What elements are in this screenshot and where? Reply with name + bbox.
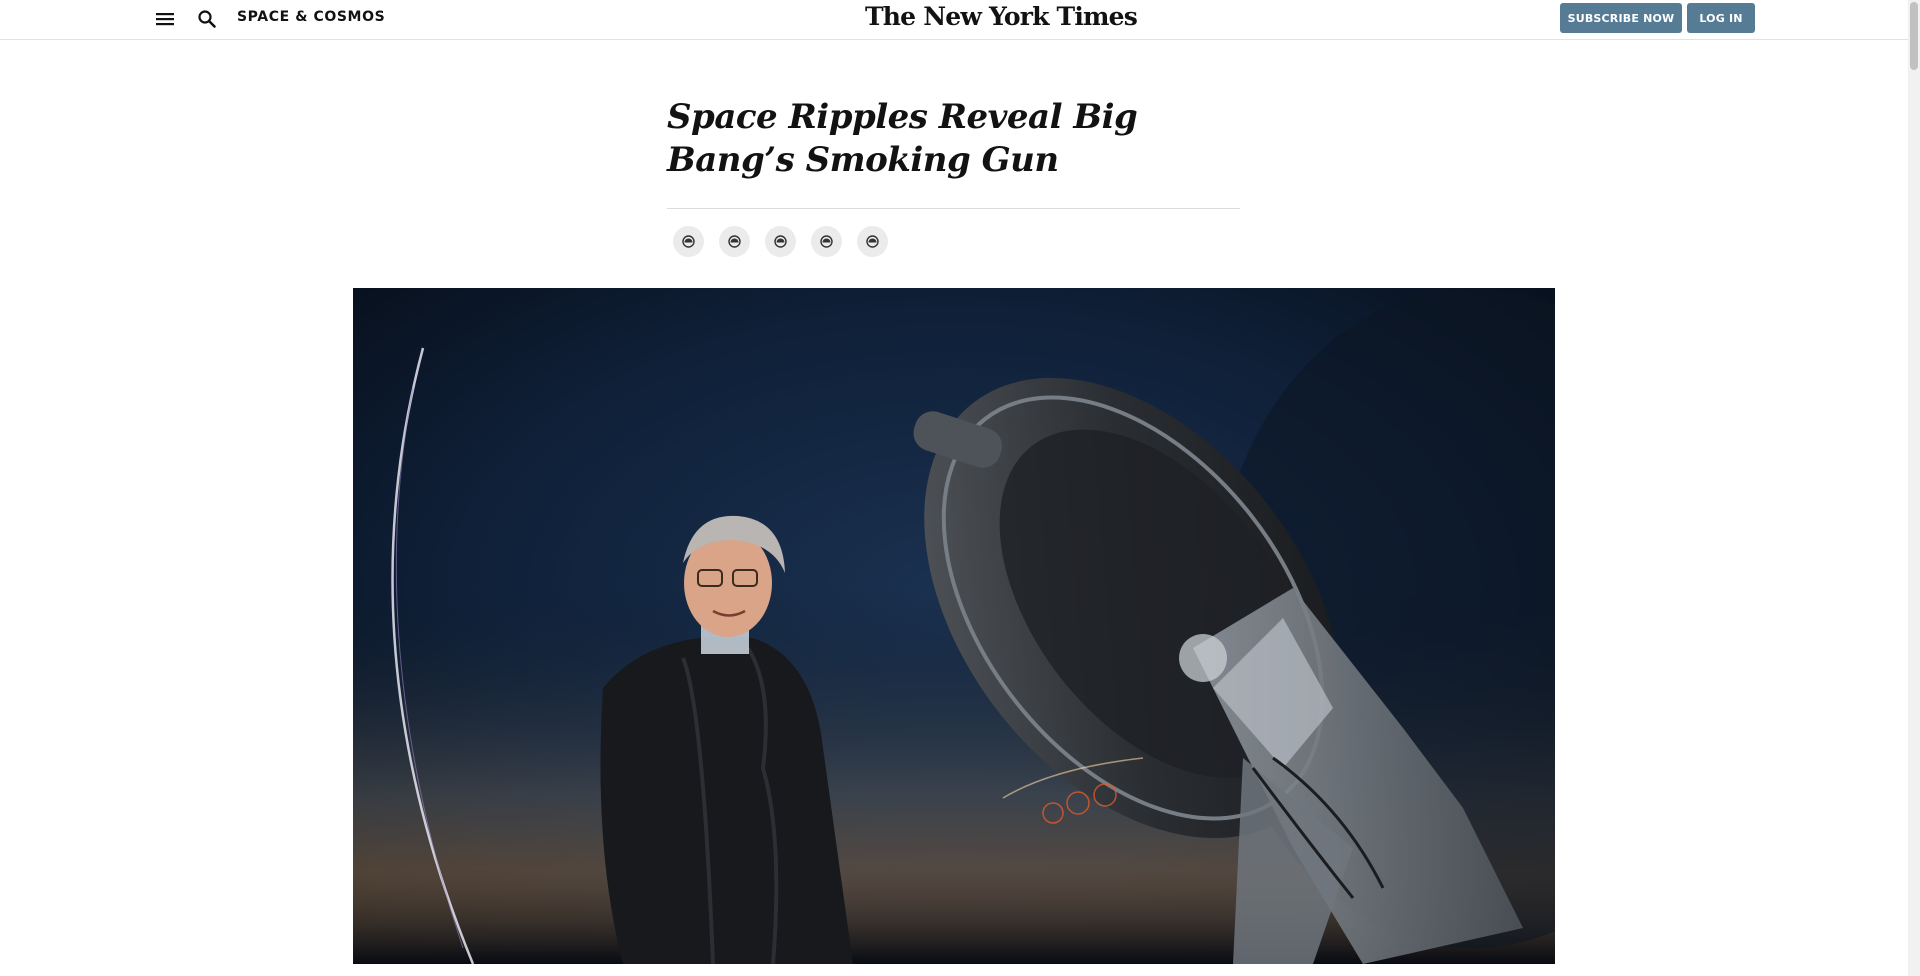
article-headline: Space Ripples Reveal Big Bang’s Smoking … [667, 97, 1138, 180]
subscribe-button[interactable]: SUBSCRIBE NOW [1560, 3, 1682, 33]
share-icon [682, 235, 695, 248]
telescope-scientist-image [353, 288, 1555, 964]
search-icon[interactable] [195, 7, 219, 31]
menu-icon[interactable] [154, 8, 176, 30]
masthead: SPACE & COSMOS The New York Times SUBSCR… [0, 0, 1908, 40]
photo-caption [353, 967, 1555, 976]
share-button[interactable] [673, 226, 704, 257]
share-button[interactable] [719, 226, 750, 257]
section-link[interactable]: SPACE & COSMOS [237, 9, 385, 25]
scrollbar[interactable] [1908, 0, 1920, 976]
divider [667, 208, 1240, 209]
share-icon [820, 235, 833, 248]
share-tools [673, 226, 888, 257]
share-icon [728, 235, 741, 248]
share-button[interactable] [765, 226, 796, 257]
share-icon [866, 235, 879, 248]
nyt-logo[interactable]: The New York Times [865, 0, 1138, 34]
share-icon [774, 235, 787, 248]
share-button[interactable] [857, 226, 888, 257]
scroll-thumb[interactable] [1910, 2, 1918, 70]
lead-photo [353, 288, 1555, 964]
share-button[interactable] [811, 226, 842, 257]
login-button[interactable]: LOG IN [1687, 3, 1755, 33]
